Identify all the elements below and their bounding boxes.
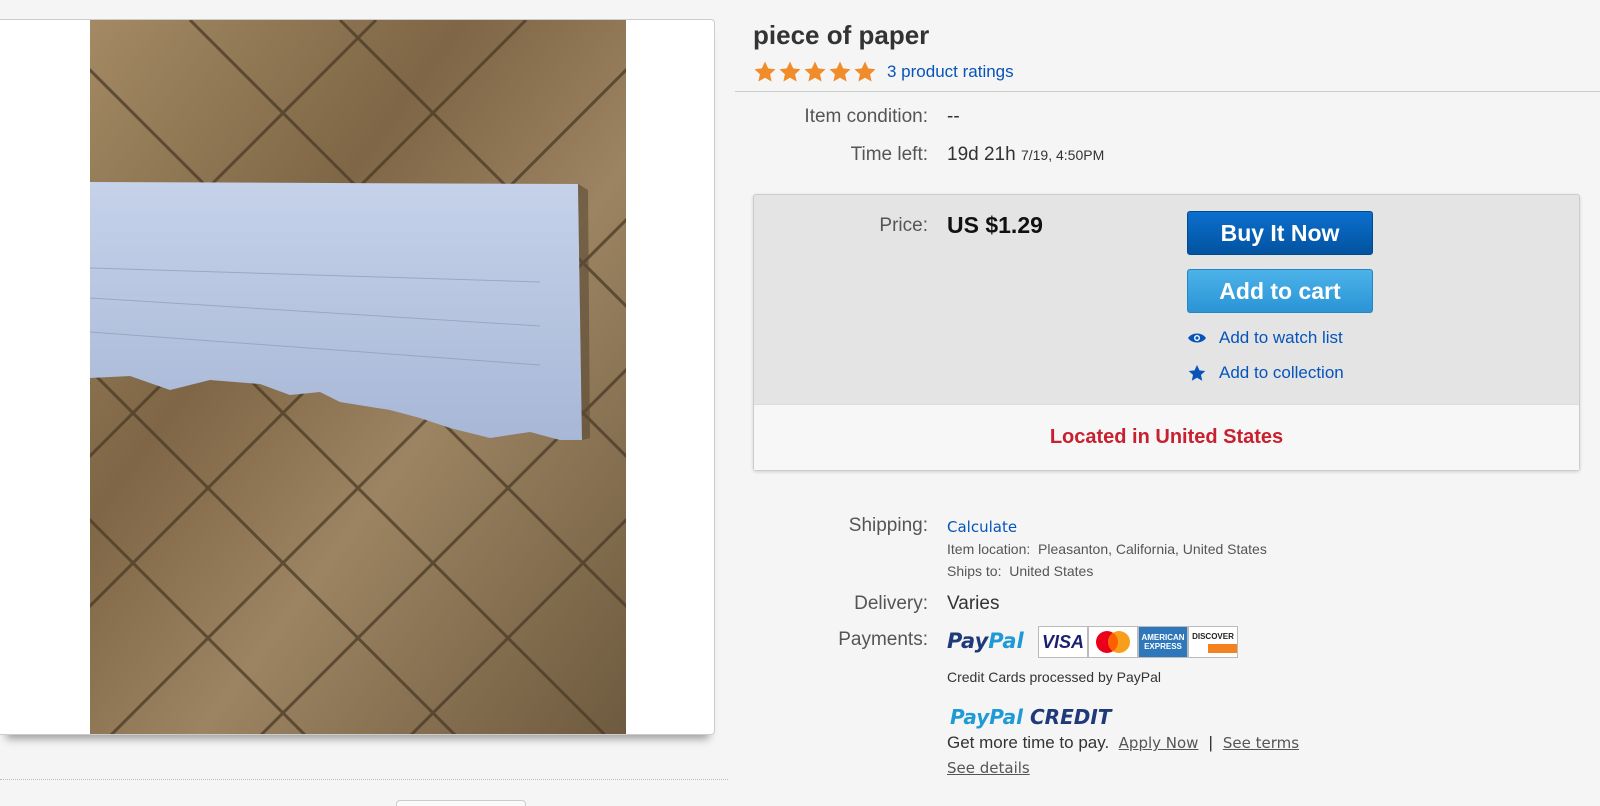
time-left-remaining: 19d 21h	[947, 144, 1016, 165]
thumbnail-tab[interactable]	[396, 800, 526, 806]
item-location-label: Item location:	[947, 541, 1031, 557]
visa-card-icon: VISA	[1038, 626, 1088, 658]
credit-pitch: Get more time to pay.	[947, 733, 1110, 752]
accepted-cards: VISA AMERICAN EXPRESS DISCOVER	[1038, 626, 1238, 658]
calculate-shipping-link[interactable]: Calculate	[947, 518, 1017, 536]
star-rating[interactable]	[753, 60, 877, 84]
product-image-card[interactable]	[0, 19, 715, 735]
product-photo[interactable]	[90, 20, 626, 734]
star-icon	[1188, 365, 1206, 381]
mastercard-icon	[1088, 626, 1138, 658]
see-details-link[interactable]: See details	[947, 759, 1030, 777]
time-left-end: 7/19, 4:50PM	[1020, 147, 1105, 163]
ratings-row: 3 product ratings	[753, 60, 1014, 84]
amex-card-icon: AMERICAN EXPRESS	[1138, 626, 1188, 658]
discover-card-icon: DISCOVER	[1188, 626, 1238, 658]
star-icon	[804, 61, 826, 82]
star-icon	[854, 61, 876, 82]
item-title: piece of paper	[753, 20, 930, 50]
star-icon	[829, 61, 851, 82]
delivery-label: Delivery:	[854, 593, 928, 614]
processed-note: Credit Cards processed by PayPal	[947, 669, 1161, 685]
item-location-value: Pleasanton, California, United States	[1038, 541, 1267, 557]
add-to-watch-list-link[interactable]: Add to watch list	[1187, 328, 1343, 348]
product-ratings-link[interactable]: 3 product ratings	[887, 62, 1014, 82]
shipping-label: Shipping:	[848, 515, 928, 536]
collection-label: Add to collection	[1219, 363, 1344, 382]
buy-it-now-button[interactable]: Buy It Now	[1187, 211, 1373, 255]
price-label: Price:	[879, 215, 928, 236]
add-to-cart-button[interactable]: Add to cart	[1187, 269, 1373, 313]
price-value: US $1.29	[947, 212, 1043, 238]
see-terms-link[interactable]: See terms	[1223, 734, 1299, 752]
delivery-value: Varies	[947, 593, 1000, 614]
ships-to-value: United States	[1009, 563, 1094, 579]
eye-icon	[1188, 333, 1206, 343]
payments-label: Payments:	[838, 629, 928, 650]
apply-now-link[interactable]: Apply Now	[1119, 734, 1199, 752]
paypal-credit-line: Get more time to pay. Apply Now | See te…	[947, 733, 1299, 753]
section-divider	[0, 779, 728, 780]
ships-to: Ships to: United States	[947, 563, 1093, 579]
location-banner: Located in United States	[754, 404, 1579, 470]
time-left-label: Time left:	[850, 144, 928, 165]
add-to-collection-link[interactable]: Add to collection	[1187, 363, 1344, 383]
star-icon	[754, 61, 776, 82]
item-location: Item location: Pleasanton, California, U…	[947, 541, 1267, 557]
separator: |	[1208, 733, 1213, 752]
title-divider	[735, 91, 1600, 92]
star-icon	[779, 61, 801, 82]
paypal-logo: PayPal	[947, 629, 1024, 653]
time-left-value: 19d 21h 7/19, 4:50PM	[947, 144, 1104, 166]
watch-list-label: Add to watch list	[1219, 328, 1343, 347]
buy-box: Price: US $1.29 Buy It Now Add to cart A…	[753, 194, 1580, 471]
condition-label: Item condition:	[804, 106, 928, 127]
condition-value: --	[947, 106, 960, 127]
ships-to-label: Ships to:	[947, 563, 1002, 579]
paypal-credit-logo: PayPal CREDIT	[950, 705, 1112, 729]
paper-on-quilt-image	[90, 20, 626, 734]
